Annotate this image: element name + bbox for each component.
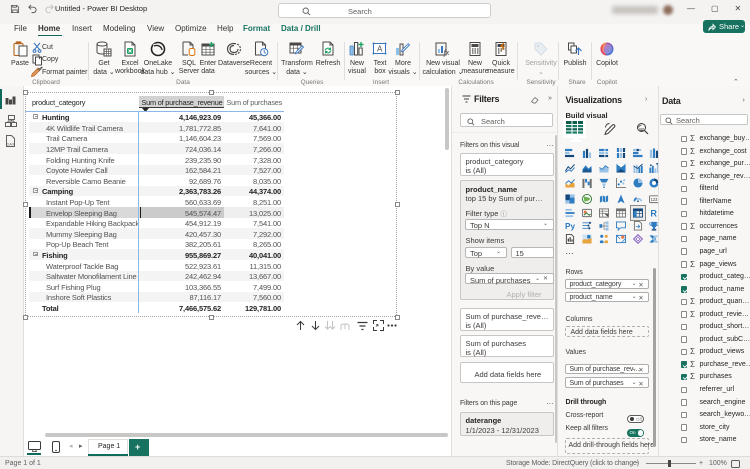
svg-text:fx: fx xyxy=(444,48,450,57)
svg-text:R: R xyxy=(650,209,657,218)
svg-text:DAX: DAX xyxy=(7,142,16,147)
svg-text:Py: Py xyxy=(565,222,575,231)
svg-text:A: A xyxy=(377,45,383,54)
